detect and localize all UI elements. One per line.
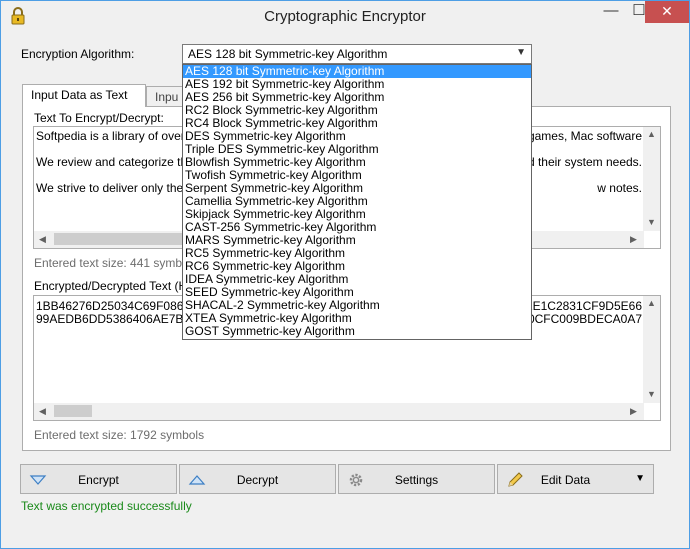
app-window: Cryptographic Encryptor — ☐ ✕ Encryption… [0, 0, 690, 549]
scroll-down-icon[interactable]: ▼ [647, 389, 656, 399]
edit-data-label: Edit Data [540, 473, 591, 487]
close-button[interactable]: ✕ [645, 1, 689, 23]
scroll-thumb[interactable] [54, 405, 92, 417]
input-size-label: Entered text size: 441 symbols [34, 256, 198, 270]
scroll-up-icon[interactable]: ▲ [647, 129, 656, 139]
input-text-content-right: , games, Mac software and their system n… [515, 130, 642, 208]
scroll-left-icon[interactable]: ◀ [39, 406, 46, 417]
tab-label: Inpu [155, 90, 179, 104]
status-message: Text was encrypted successfully [21, 499, 192, 513]
output-text-label: Encrypted/Decrypted Text (HE [34, 279, 196, 293]
scroll-thumb[interactable] [54, 233, 184, 245]
decrypt-button[interactable]: Decrypt [179, 464, 336, 494]
settings-button[interactable]: Settings [338, 464, 495, 494]
algorithm-label: Encryption Algorithm: [21, 47, 135, 61]
window-title: Cryptographic Encryptor [264, 8, 426, 25]
chevron-down-icon: ▼ [516, 47, 526, 58]
scroll-up-icon[interactable]: ▲ [647, 298, 656, 308]
scroll-left-icon[interactable]: ◀ [39, 234, 46, 245]
tab-label: Input Data as Text [31, 88, 128, 102]
input-text-label: Text To Encrypt/Decrypt: [34, 111, 164, 125]
dropdown-arrow-icon[interactable]: ▼ [635, 473, 645, 484]
settings-label: Settings [394, 473, 439, 487]
title-bar: Cryptographic Encryptor — ☐ ✕ [1, 1, 689, 32]
algorithm-select[interactable]: AES 128 bit Symmetric-key Algorithm ▼ [182, 44, 532, 64]
input-vertical-scrollbar[interactable]: ▲ ▼ [643, 127, 660, 231]
edit-data-button[interactable]: Edit Data ▼ [497, 464, 654, 494]
encrypt-label: Encrypt [78, 473, 119, 487]
decrypt-label: Decrypt [236, 473, 279, 487]
algorithm-dropdown-list[interactable]: AES 128 bit Symmetric-key Algorithm AES … [182, 64, 532, 340]
input-line: , games, Mac software [521, 129, 642, 143]
output-horizontal-scrollbar[interactable]: ◀ ▶ [34, 403, 644, 420]
input-line: w notes. [597, 181, 642, 195]
scroll-right-icon[interactable]: ▶ [630, 234, 637, 245]
minimize-button[interactable]: — [597, 1, 625, 23]
tab-input-data-as-text[interactable]: Input Data as Text [22, 84, 146, 107]
dropdown-option[interactable]: GOST Symmetric-key Algorithm [183, 325, 531, 338]
input-line: and their system needs. [514, 155, 642, 169]
scroll-right-icon[interactable]: ▶ [630, 406, 637, 417]
output-vertical-scrollbar[interactable]: ▲ ▼ [643, 296, 660, 403]
output-size-label: Entered text size: 1792 symbols [34, 428, 205, 442]
algorithm-selected-value: AES 128 bit Symmetric-key Algorithm [188, 47, 388, 61]
encrypt-button[interactable]: Encrypt [20, 464, 177, 494]
scroll-down-icon[interactable]: ▼ [647, 217, 656, 227]
